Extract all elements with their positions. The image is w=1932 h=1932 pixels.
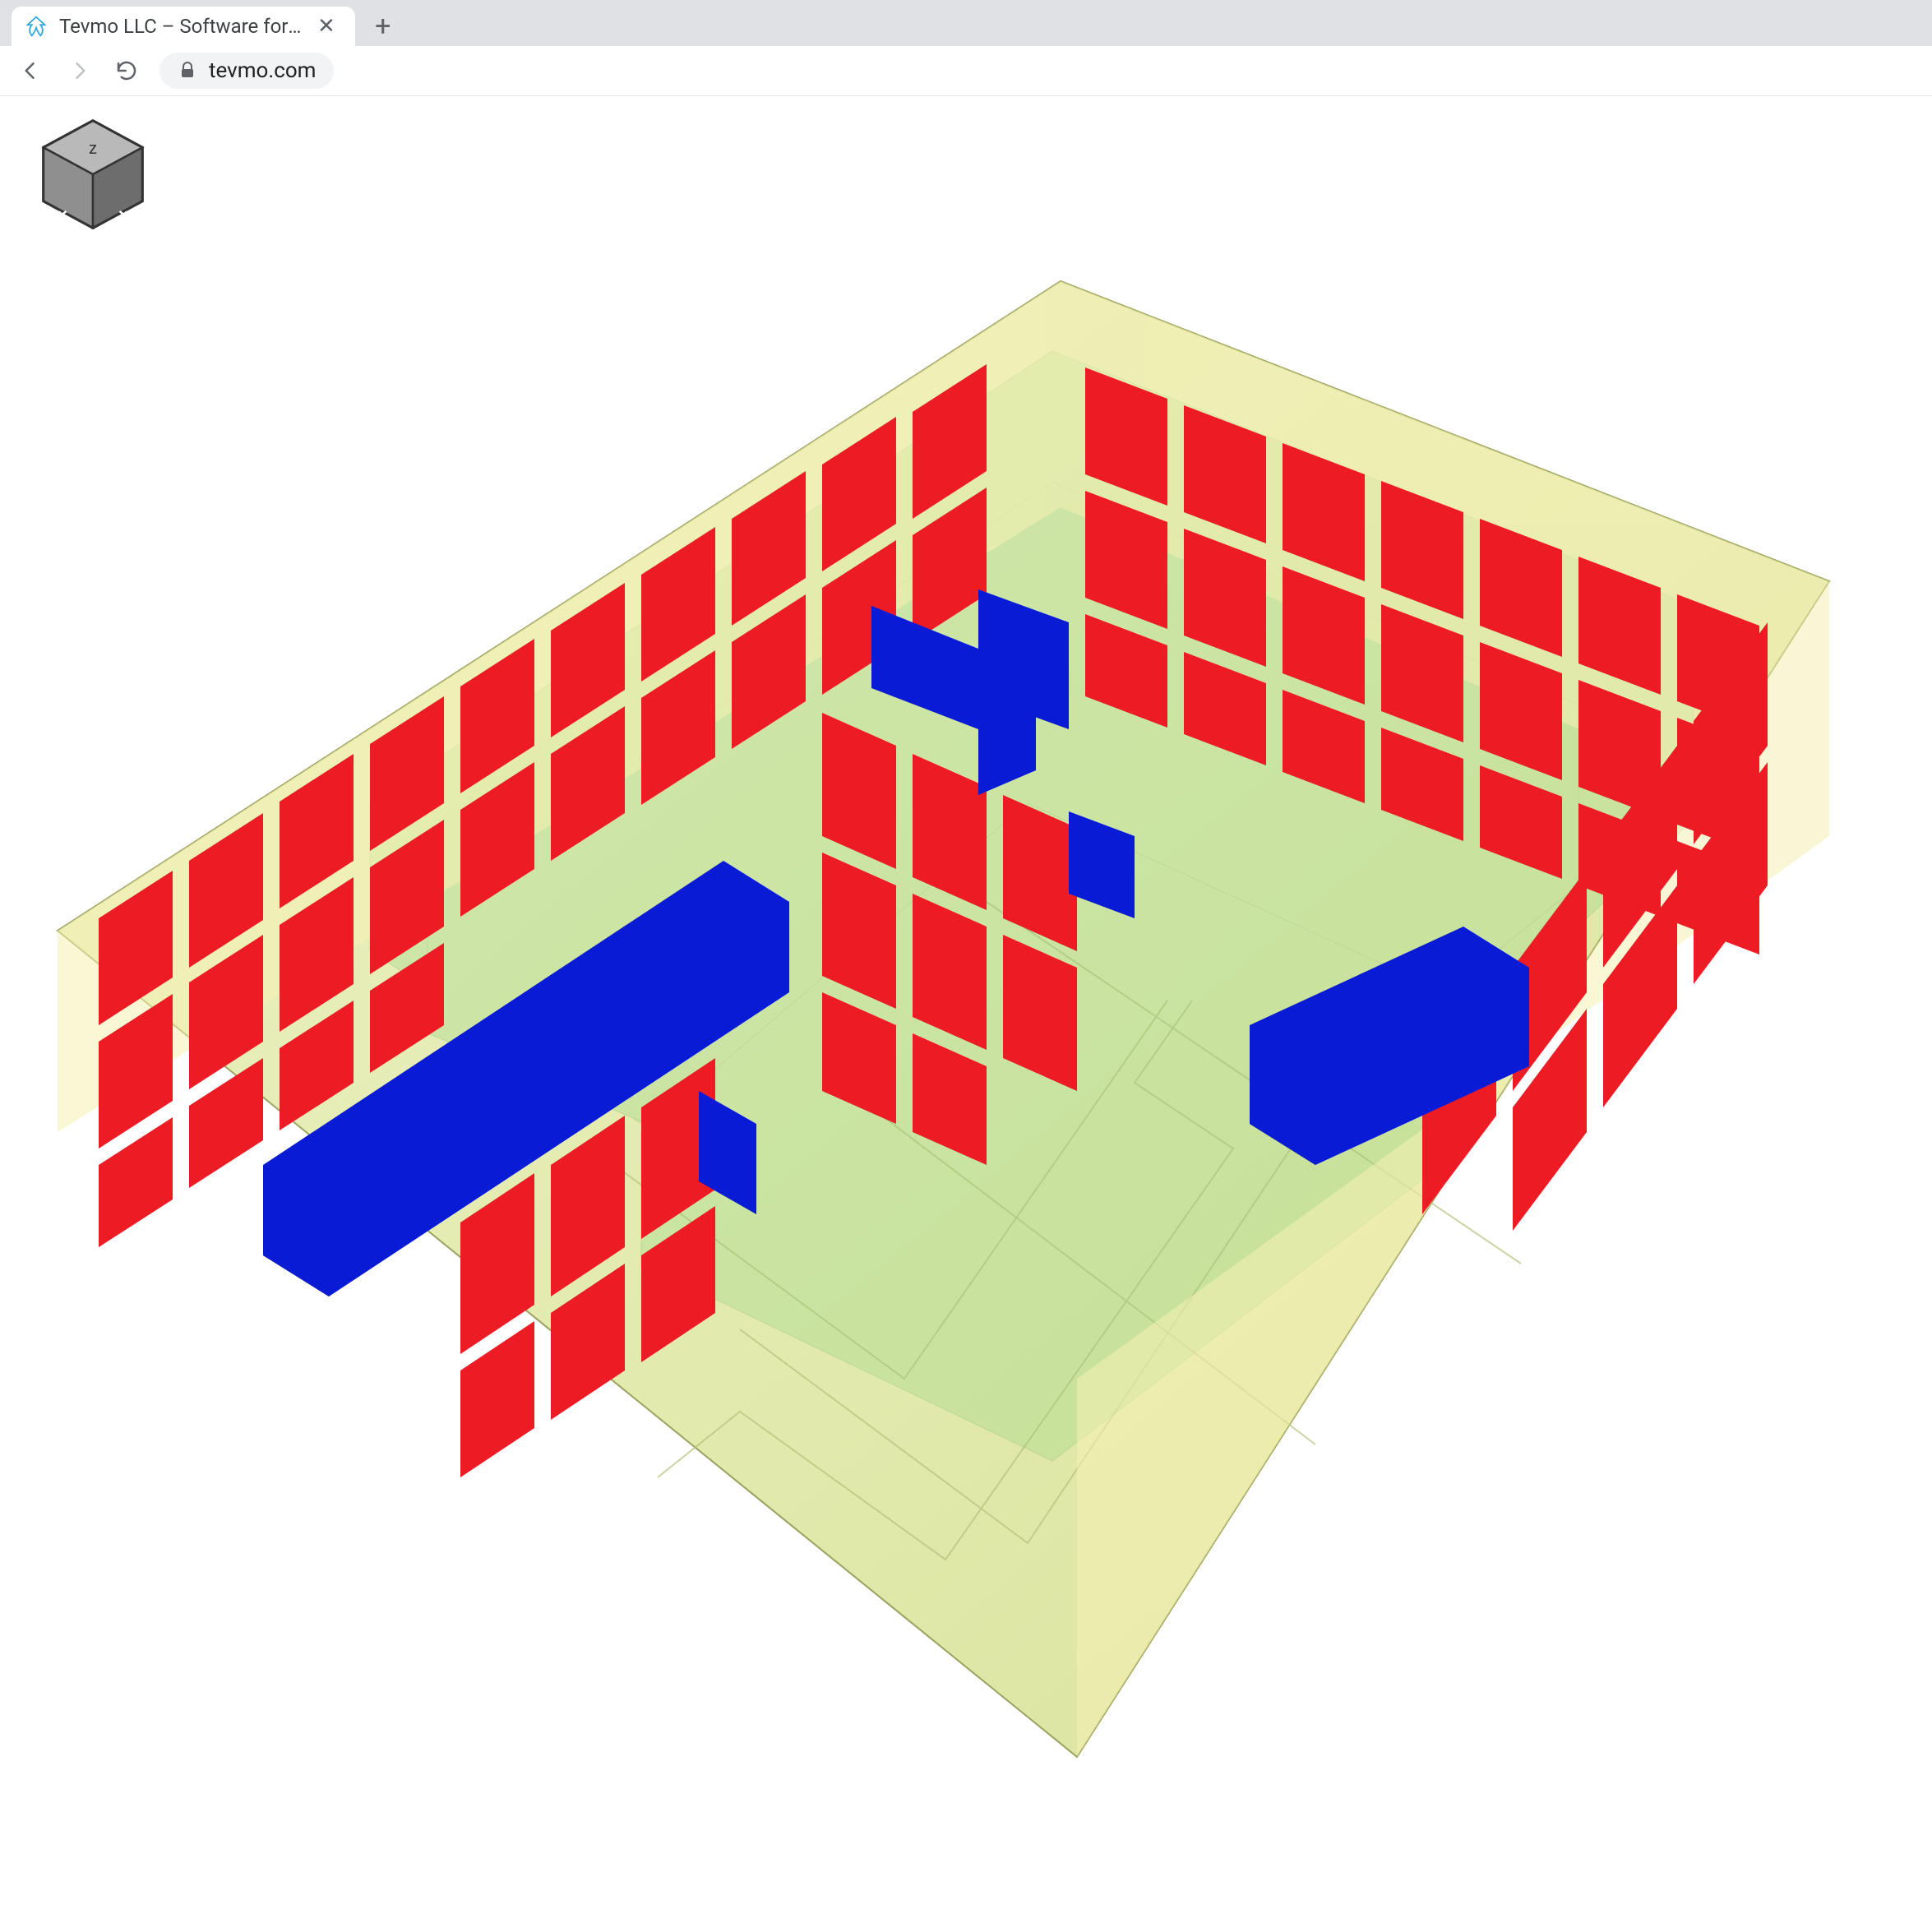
address-bar: tevmo.com — [0, 46, 1932, 96]
tab-favicon-icon — [25, 15, 48, 38]
arrow-right-icon — [67, 58, 91, 83]
lock-icon — [178, 61, 197, 81]
reload-button[interactable] — [112, 56, 141, 86]
new-tab-button[interactable]: + — [367, 10, 400, 43]
forward-button[interactable] — [64, 56, 94, 86]
omnibox[interactable]: tevmo.com — [159, 53, 334, 89]
browser-tab[interactable]: Tevmo LLC – Software for HVACR ✕ — [12, 7, 355, 46]
browser-chrome: Tevmo LLC – Software for HVACR ✕ + tevmo… — [0, 0, 1932, 96]
reload-icon — [114, 58, 139, 83]
arrow-left-icon — [19, 58, 44, 83]
tab-title: Tevmo LLC – Software for HVACR — [59, 15, 306, 38]
back-button[interactable] — [16, 56, 46, 86]
viewport-3d[interactable]: z — [0, 96, 1932, 1932]
tab-strip: Tevmo LLC – Software for HVACR ✕ + — [0, 0, 1932, 46]
building-model[interactable] — [0, 96, 1932, 1932]
omnibox-url: tevmo.com — [209, 58, 316, 83]
tab-close-icon[interactable]: ✕ — [317, 16, 335, 37]
